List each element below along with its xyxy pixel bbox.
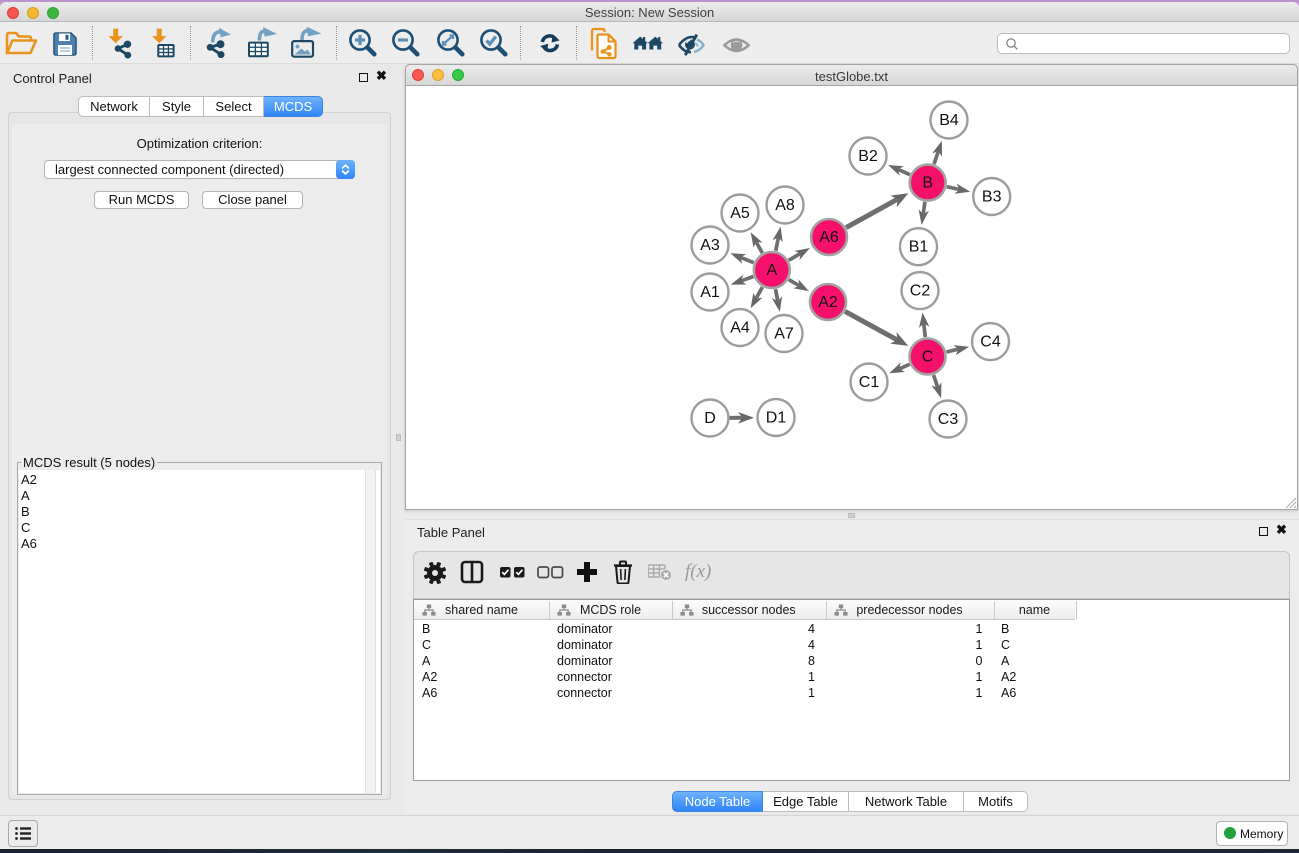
svg-text:A2: A2 bbox=[818, 294, 838, 311]
svg-text:A4: A4 bbox=[730, 320, 750, 337]
svg-text:A1: A1 bbox=[700, 284, 720, 301]
svg-text:C4: C4 bbox=[980, 334, 1001, 351]
svg-text:A6: A6 bbox=[819, 229, 839, 246]
svg-text:B1: B1 bbox=[909, 239, 929, 256]
svg-text:D1: D1 bbox=[766, 410, 787, 427]
svg-text:A: A bbox=[766, 262, 777, 279]
svg-text:C2: C2 bbox=[910, 283, 931, 300]
svg-text:A3: A3 bbox=[700, 237, 720, 254]
svg-text:D: D bbox=[704, 410, 716, 427]
svg-text:C3: C3 bbox=[938, 411, 959, 428]
svg-text:A7: A7 bbox=[774, 326, 794, 343]
svg-text:B2: B2 bbox=[858, 148, 878, 165]
svg-text:A8: A8 bbox=[775, 197, 795, 214]
svg-text:B: B bbox=[922, 175, 933, 192]
svg-text:C: C bbox=[922, 349, 934, 366]
svg-text:A5: A5 bbox=[730, 205, 750, 222]
svg-text:B4: B4 bbox=[939, 112, 959, 129]
svg-text:B3: B3 bbox=[982, 189, 1002, 206]
svg-text:C1: C1 bbox=[859, 374, 880, 391]
